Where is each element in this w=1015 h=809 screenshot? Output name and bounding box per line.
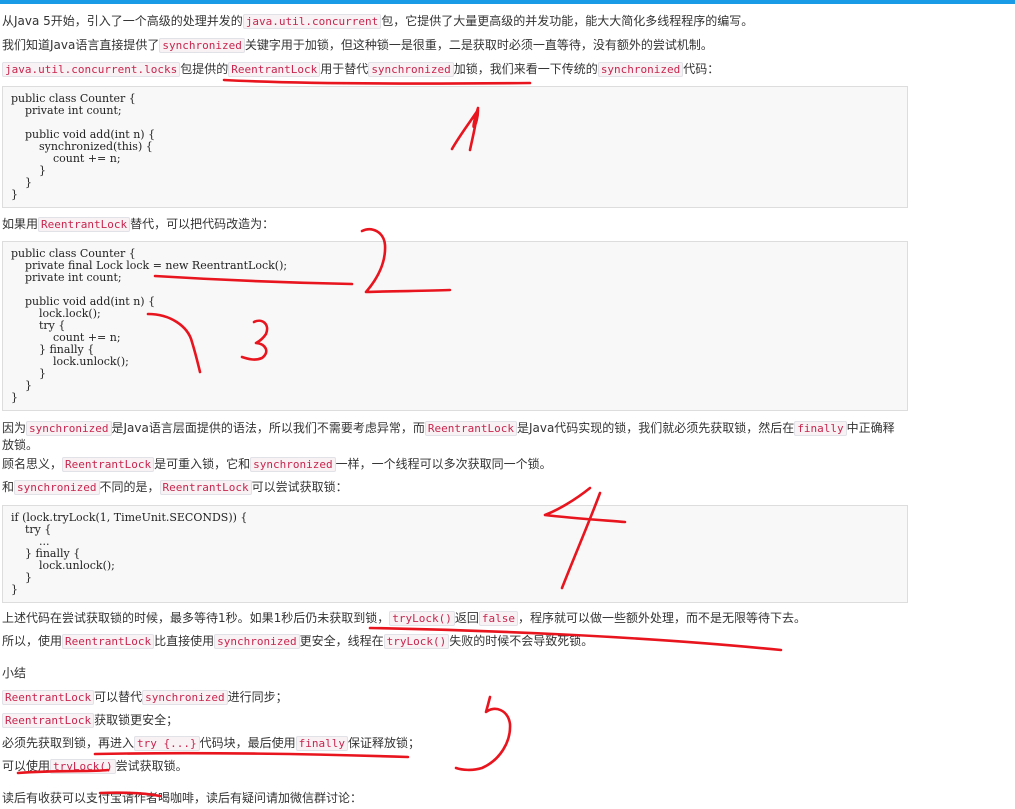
paragraph-reentrant: 顾名思义， ReentrantLock 是可重入锁，它和 synchronized 一样… [2, 456, 552, 473]
paragraph-wait: 上述代码在尝试获取锁的时候，最多等待1秒。如果1秒后仍未获取到锁， tryLock… [2, 610, 806, 627]
inline-code: ReentrantLock [2, 690, 95, 705]
text: 必须先获取到锁，再进入 [2, 736, 135, 750]
text: 更安全，线程在 [299, 634, 384, 648]
text: 可以尝试获取锁： [251, 480, 348, 494]
text: 比直接使用 [154, 634, 215, 648]
summary-heading: 小结 [2, 666, 27, 680]
text: 返回 [454, 611, 479, 625]
summary-item-2: ReentrantLock 获取锁更安全； [2, 712, 178, 729]
inline-code: synchronized [368, 62, 454, 77]
text: 关键字用于加锁，但这种锁一是很重，二是获取时必须一直等待，没有额外的尝试机制。 [244, 38, 713, 52]
text: 我们知道Java语言直接提供了 [2, 38, 160, 52]
text: 顾名思义， [2, 457, 63, 471]
text: 代码： [683, 62, 720, 76]
paragraph-intro: 从Java 5开始，引入了一个高级的处理并发的 java.util.concurr… [2, 13, 753, 30]
text: 保证释放锁； [348, 736, 421, 750]
inline-code: ReentrantLock [62, 457, 155, 472]
paragraph-safer: 所以，使用 ReentrantLock 比直接使用 synchronized 更安全，线… [2, 633, 593, 650]
inline-code: synchronized [159, 38, 245, 53]
text: 包提供的 [180, 62, 229, 76]
inline-code: try {...} [134, 736, 200, 751]
summary-item-3: 必须先获取到锁，再进入 try {...} 代码块，最后使用 finally 保证释放锁… [2, 735, 420, 752]
text: 加锁，我们来看一下传统的 [453, 62, 598, 76]
text: 因为 [2, 421, 27, 435]
inline-code: ReentrantLock [228, 62, 321, 77]
summary-item-1: ReentrantLock 可以替代 synchronized 进行同步； [2, 689, 288, 706]
paragraph-synchronized: 我们知道Java语言直接提供了 synchronized 关键字用于加锁，但这种锁一… [2, 37, 713, 54]
text: 可以替代 [94, 690, 143, 704]
text: ，程序就可以做一些额外处理，而不是无限等待下去。 [518, 611, 807, 625]
inline-code: tryLock() [50, 759, 116, 774]
text: 获取锁更安全； [94, 713, 179, 727]
underline-try-block [93, 751, 410, 759]
text: 尝试获取锁。 [115, 759, 188, 773]
inline-code: synchronized [14, 480, 100, 495]
paragraph-replace: 如果用 ReentrantLock 替代，可以把代码改造为： [2, 216, 274, 233]
inline-code: ReentrantLock [62, 634, 155, 649]
text: 如果用 [2, 217, 39, 231]
inline-code: synchronized [26, 421, 112, 436]
text: 是可重入锁，它和 [154, 457, 251, 471]
paragraph-locks-package: java.util.concurrent.locks 包提供的 ReentrantL… [2, 61, 719, 78]
text: 是Java语言层面提供的语法，所以我们不需要考虑异常，而 [111, 421, 425, 435]
inline-code: tryLock() [389, 611, 455, 626]
text: 从Java 5开始，引入了一个高级的处理并发的 [2, 14, 243, 28]
inline-code: finally [295, 736, 348, 751]
text: 代码块，最后使用 [199, 736, 296, 750]
text: 用于替代 [320, 62, 369, 76]
underline-reentrantlock [222, 78, 532, 85]
inline-code: synchronized [597, 62, 684, 77]
text: 包，它提供了大量更高级的并发功能，能大大简化多线程程序的编写。 [381, 14, 754, 28]
inline-code: ReentrantLock [159, 480, 252, 495]
inline-code: synchronized [142, 690, 228, 705]
text: 进行同步； [227, 690, 288, 704]
text: 和 [2, 480, 15, 494]
inline-code: ReentrantLock [2, 713, 95, 728]
text: 所以，使用 [2, 634, 63, 648]
inline-code: synchronized [214, 634, 300, 649]
code-block-counter-reentrantlock: public class Counter { private final Loc… [2, 241, 908, 411]
footer-text: 读后有收获可以支付宝请作者喝咖啡，读后有疑问请加微信群讨论： [2, 791, 363, 805]
inline-code: ReentrantLock [424, 421, 517, 436]
paragraph-trylock-intro: 和 synchronized 不同的是， ReentrantLock 可以尝试获取锁： [2, 479, 348, 496]
text: 可以使用 [2, 759, 51, 773]
text: 一样，一个线程可以多次获取同一个锁。 [335, 457, 552, 471]
code-block-counter-synchronized: public class Counter { private int count… [2, 86, 908, 208]
text: 是Java代码实现的锁，我们就必须先获取锁，然后在 [516, 421, 795, 435]
code-block-trylock: if (lock.tryLock(1, TimeUnit.SECONDS)) {… [2, 505, 908, 603]
annotation-number-5 [454, 695, 512, 772]
paragraph-exception: 因为 synchronized 是Java语言层面提供的语法，所以我们不需要考虑异常… [2, 420, 906, 453]
inline-code: synchronized [250, 457, 336, 472]
inline-code: finally [794, 421, 847, 436]
inline-code: java.util.concurrent.locks [2, 62, 181, 77]
inline-code: ReentrantLock [38, 217, 131, 232]
inline-code: tryLock() [383, 634, 450, 649]
text: 不同的是， [99, 480, 160, 494]
text: 失败的时候不会导致死锁。 [449, 634, 594, 648]
text: 替代，可以把代码改造为： [130, 217, 275, 231]
inline-code: false [478, 611, 519, 626]
text: 上述代码在尝试获取锁的时候，最多等待1秒。如果1秒后仍未获取到锁， [2, 611, 390, 625]
inline-code: java.util.concurrent [242, 14, 382, 29]
top-accent-bar [0, 0, 1015, 4]
summary-item-4: 可以使用 tryLock() 尝试获取锁。 [2, 758, 188, 775]
